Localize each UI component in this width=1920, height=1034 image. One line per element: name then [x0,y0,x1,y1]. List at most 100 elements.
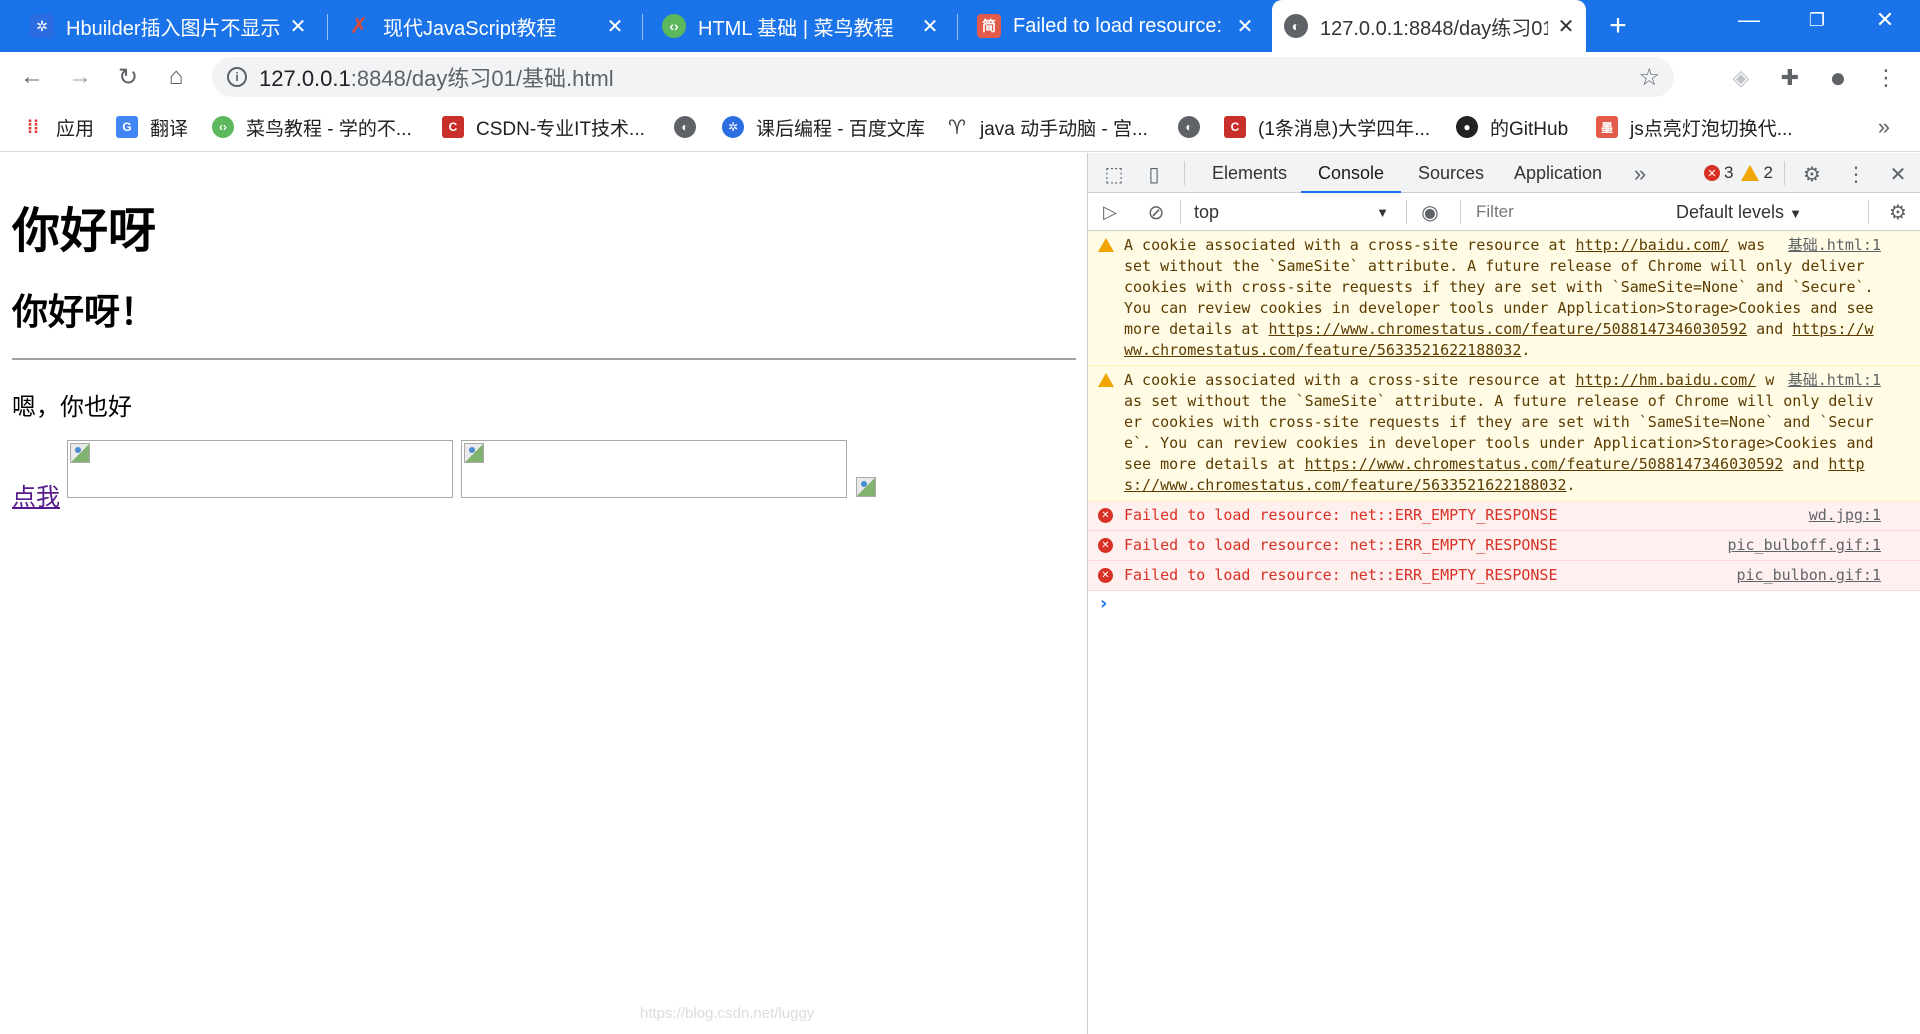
message-source-link[interactable]: wd.jpg:1 [1809,505,1881,526]
github-icon: ● [1456,116,1478,138]
error-circle-icon: ✕ [1098,568,1113,583]
tab-application[interactable]: Application [1512,153,1604,193]
browser-tab[interactable]: 简 Failed to load resource: n ✕ [965,6,1265,46]
csdn-icon: C [1224,116,1246,138]
message-text: Failed to load resource: net::ERR_EMPTY_… [1124,566,1558,584]
console-settings-gear-icon[interactable]: ⚙ [1886,200,1910,224]
forward-arrow-icon[interactable]: → [64,61,96,93]
watermark-text: https://blog.csdn.net/luggy [640,1005,815,1022]
console-error-message: ✕ pic_bulbon.gif:1 Failed to load resource… [1088,561,1920,591]
close-tab-icon[interactable]: ✕ [920,16,940,38]
reload-icon[interactable]: ↻ [112,61,144,93]
log-levels-dropdown[interactable]: Default levels ▼ [1676,202,1802,223]
address-bar[interactable]: i 127.0.0.1:8848/day练习01/基础.html ☆ [212,57,1674,97]
message-url-link[interactable]: http://baidu.com/ [1576,236,1730,254]
javascript-info-icon: ✗ [349,13,369,38]
error-circle-icon: ✕ [1098,538,1113,553]
dropdown-caret-icon: ▼ [1376,204,1389,220]
settings-gear-icon[interactable]: ⚙ [1800,162,1824,186]
console-filter-input[interactable] [1470,198,1666,226]
console-prompt[interactable]: › [1088,591,1920,621]
url-text[interactable]: 127.0.0.1:8848/day练习01/基础.html [259,61,614,93]
browser-tab-active[interactable]: ◐ 127.0.0.1:8848/day练习01 ✕ [1272,0,1586,52]
globe-icon: ◐ [1178,116,1200,138]
clear-console-icon[interactable]: ⊘ [1144,200,1168,224]
bookmarks-bar: ⁞⁞ 应用 G 翻译 ‹› 菜鸟教程 - 学的不... C CSDN-专业IT技… [0,102,1920,152]
minimize-window-icon[interactable]: — [1714,0,1784,40]
browser-tab[interactable]: ✗ 现代JavaScript教程 ✕ [335,6,635,46]
baidu-paw-icon: ✲ [722,116,744,138]
inspect-element-icon[interactable]: ⬚ [1102,162,1126,186]
tab-title: 现代JavaScript教程 [383,17,557,40]
back-arrow-icon[interactable]: ← [16,61,48,93]
close-tab-icon[interactable]: ✕ [288,16,308,38]
runoob-icon: ‹› [212,116,234,138]
message-source-link[interactable]: pic_bulbon.gif:1 [1737,565,1882,586]
device-toolbar-icon[interactable]: ▯ [1142,162,1166,186]
more-tabs-icon[interactable]: » [1628,161,1652,186]
message-source-link[interactable]: pic_bulboff.gif:1 [1727,535,1881,556]
site-info-icon[interactable]: i [227,67,247,87]
restore-window-icon[interactable]: ❐ [1782,0,1852,40]
profile-avatar-icon[interactable]: ● [1824,62,1852,93]
tab-console[interactable]: Console [1300,153,1402,194]
console-messages: 基础.html:1 A cookie associated with a cros… [1088,231,1920,621]
globe-icon: ◐ [674,116,696,138]
click-me-link[interactable]: 点我 [12,477,60,512]
broken-image-icon [70,443,90,463]
message-url-link[interactable]: https://www.chromestatus.com/feature/508… [1269,320,1748,338]
bookmark-item[interactable]: ● 的GitHub [1456,114,1568,140]
bookmark-item[interactable]: ‹› 菜鸟教程 - 学的不... [212,114,412,140]
csdn-icon: C [442,116,464,138]
browser-tab[interactable]: ‹› HTML 基础 | 菜鸟教程 ✕ [650,6,950,46]
issue-counts[interactable]: ✕ 3 2 [1704,163,1773,183]
message-text: A cookie associated with a cross-site re… [1124,236,1576,254]
show-sidebar-icon[interactable]: ▷ [1098,200,1122,224]
message-text: Failed to load resource: net::ERR_EMPTY_… [1124,506,1558,524]
home-icon[interactable]: ⌂ [160,61,192,93]
broken-image [67,440,453,498]
bookmark-item[interactable]: ◐ [674,114,708,140]
tag-extension-icon[interactable]: ◈ [1727,64,1755,92]
bookmark-item[interactable]: ✲ 课后编程 - 百度文库 [722,114,925,140]
bookmark-item[interactable]: 墨 js点亮灯泡切换代... [1596,114,1793,140]
bookmark-item[interactable]: C (1条消息)大学四年... [1224,114,1430,140]
more-bookmarks-icon[interactable]: » [1878,114,1890,140]
close-devtools-icon[interactable]: ✕ [1886,162,1910,186]
tab-elements[interactable]: Elements [1210,153,1289,193]
devtools-menu-icon[interactable]: ⋮ [1844,162,1868,186]
extensions-puzzle-icon[interactable]: ✚ [1776,64,1804,92]
page-paragraph: 嗯，你也好 [12,393,132,421]
horizontal-rule [12,358,1076,360]
menu-kebab-icon[interactable]: ⋮ [1872,64,1900,92]
bookmark-item[interactable]: C CSDN-专业IT技术... [442,114,645,140]
live-expression-eye-icon[interactable]: ◉ [1418,200,1442,224]
page-heading-h2: 你好呀！ [12,292,157,333]
close-tab-icon[interactable]: ✕ [1235,16,1255,38]
bookmark-item[interactable]: ◐ [1178,114,1212,140]
broken-image-icon [464,443,484,463]
bookmark-item[interactable]: ♈ java 动手动脑 - 宫... [946,114,1148,140]
message-text: and [1747,320,1793,338]
tab-title: HTML 基础 | 菜鸟教程 [698,17,894,40]
browser-tab[interactable]: ✲ Hbuilder插入图片不显示_E ✕ [18,6,318,46]
close-tab-icon[interactable]: ✕ [605,16,625,38]
message-url-link[interactable]: https://www.chromestatus.com/feature/508… [1305,455,1784,473]
close-tab-icon[interactable]: ✕ [1556,16,1576,38]
message-source-link[interactable]: 基础.html:1 [1788,235,1881,256]
bookmark-star-icon[interactable]: ☆ [1638,63,1660,92]
message-text: Failed to load resource: net::ERR_EMPTY_… [1124,536,1558,554]
translate-icon: G [116,116,138,138]
tab-strip: ✲ Hbuilder插入图片不显示_E ✕ ✗ 现代JavaScript教程 ✕… [0,0,1920,52]
tab-sources[interactable]: Sources [1416,153,1486,193]
message-text: . [1566,476,1576,494]
message-source-link[interactable]: 基础.html:1 [1788,370,1881,391]
console-warning-message: 基础.html:1 A cookie associated with a cros… [1088,366,1920,501]
context-select[interactable]: top ▼ [1190,199,1395,225]
bookmark-item[interactable]: ⁞⁞ 应用 [22,114,94,140]
bookmark-item[interactable]: G 翻译 [116,114,188,140]
new-tab-button[interactable]: + [1600,9,1636,42]
message-url-link[interactable]: http://hm.baidu.com/ [1576,371,1757,389]
broken-image-icon [856,477,876,497]
close-window-icon[interactable]: ✕ [1850,0,1920,40]
